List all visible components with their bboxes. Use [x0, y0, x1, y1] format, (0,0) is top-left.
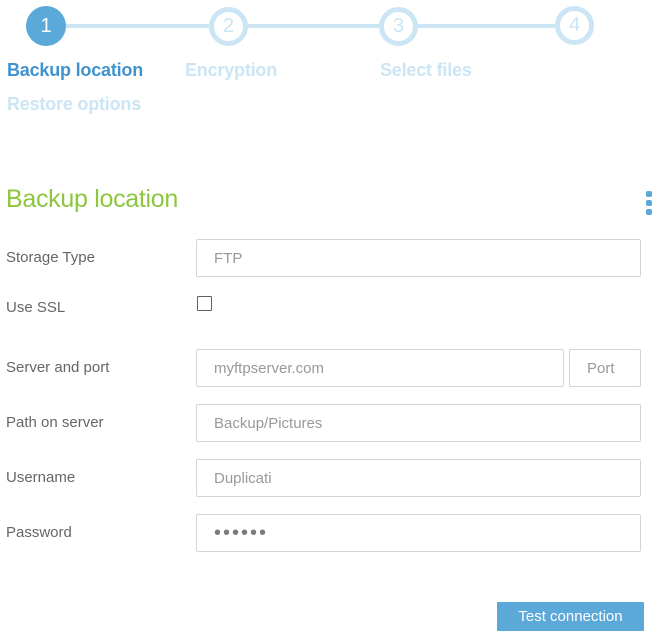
storage-type-label: Storage Type [6, 249, 95, 266]
step-label-select-files[interactable]: Select files [380, 60, 472, 81]
use-ssl-checkbox[interactable] [197, 296, 212, 311]
step-circle-1[interactable]: 1 [26, 6, 66, 46]
stepper-connector-line [418, 24, 555, 28]
username-input[interactable] [196, 459, 641, 497]
storage-type-input[interactable] [196, 239, 641, 277]
kebab-dot [646, 209, 652, 215]
server-input[interactable] [196, 349, 564, 387]
kebab-dot [646, 191, 652, 197]
step-label-restore-options[interactable]: Restore options [7, 94, 141, 115]
username-label: Username [6, 469, 76, 486]
stepper-connector-line [66, 24, 209, 28]
page-title: Backup location [6, 185, 179, 213]
step-label-encryption[interactable]: Encryption [185, 60, 277, 81]
password-input[interactable] [196, 514, 641, 552]
test-connection-button[interactable]: Test connection [497, 602, 644, 631]
server-and-port-label: Server and port [6, 359, 110, 376]
password-label: Password [6, 524, 72, 541]
path-input[interactable] [196, 404, 641, 442]
kebab-menu-icon[interactable] [643, 189, 655, 217]
step-circle-4[interactable]: 4 [555, 6, 594, 45]
kebab-dot [646, 200, 652, 206]
step-label-backup-location[interactable]: Backup location [7, 60, 143, 81]
port-input[interactable] [569, 349, 641, 387]
stepper-connector-line [248, 24, 379, 28]
path-on-server-label: Path on server [6, 414, 104, 431]
step-circle-3[interactable]: 3 [379, 7, 418, 46]
backup-wizard-screen: 1 2 3 4 Backup location Encryption Selec… [0, 0, 657, 636]
use-ssl-label: Use SSL [6, 299, 66, 316]
step-circle-2[interactable]: 2 [209, 7, 248, 46]
